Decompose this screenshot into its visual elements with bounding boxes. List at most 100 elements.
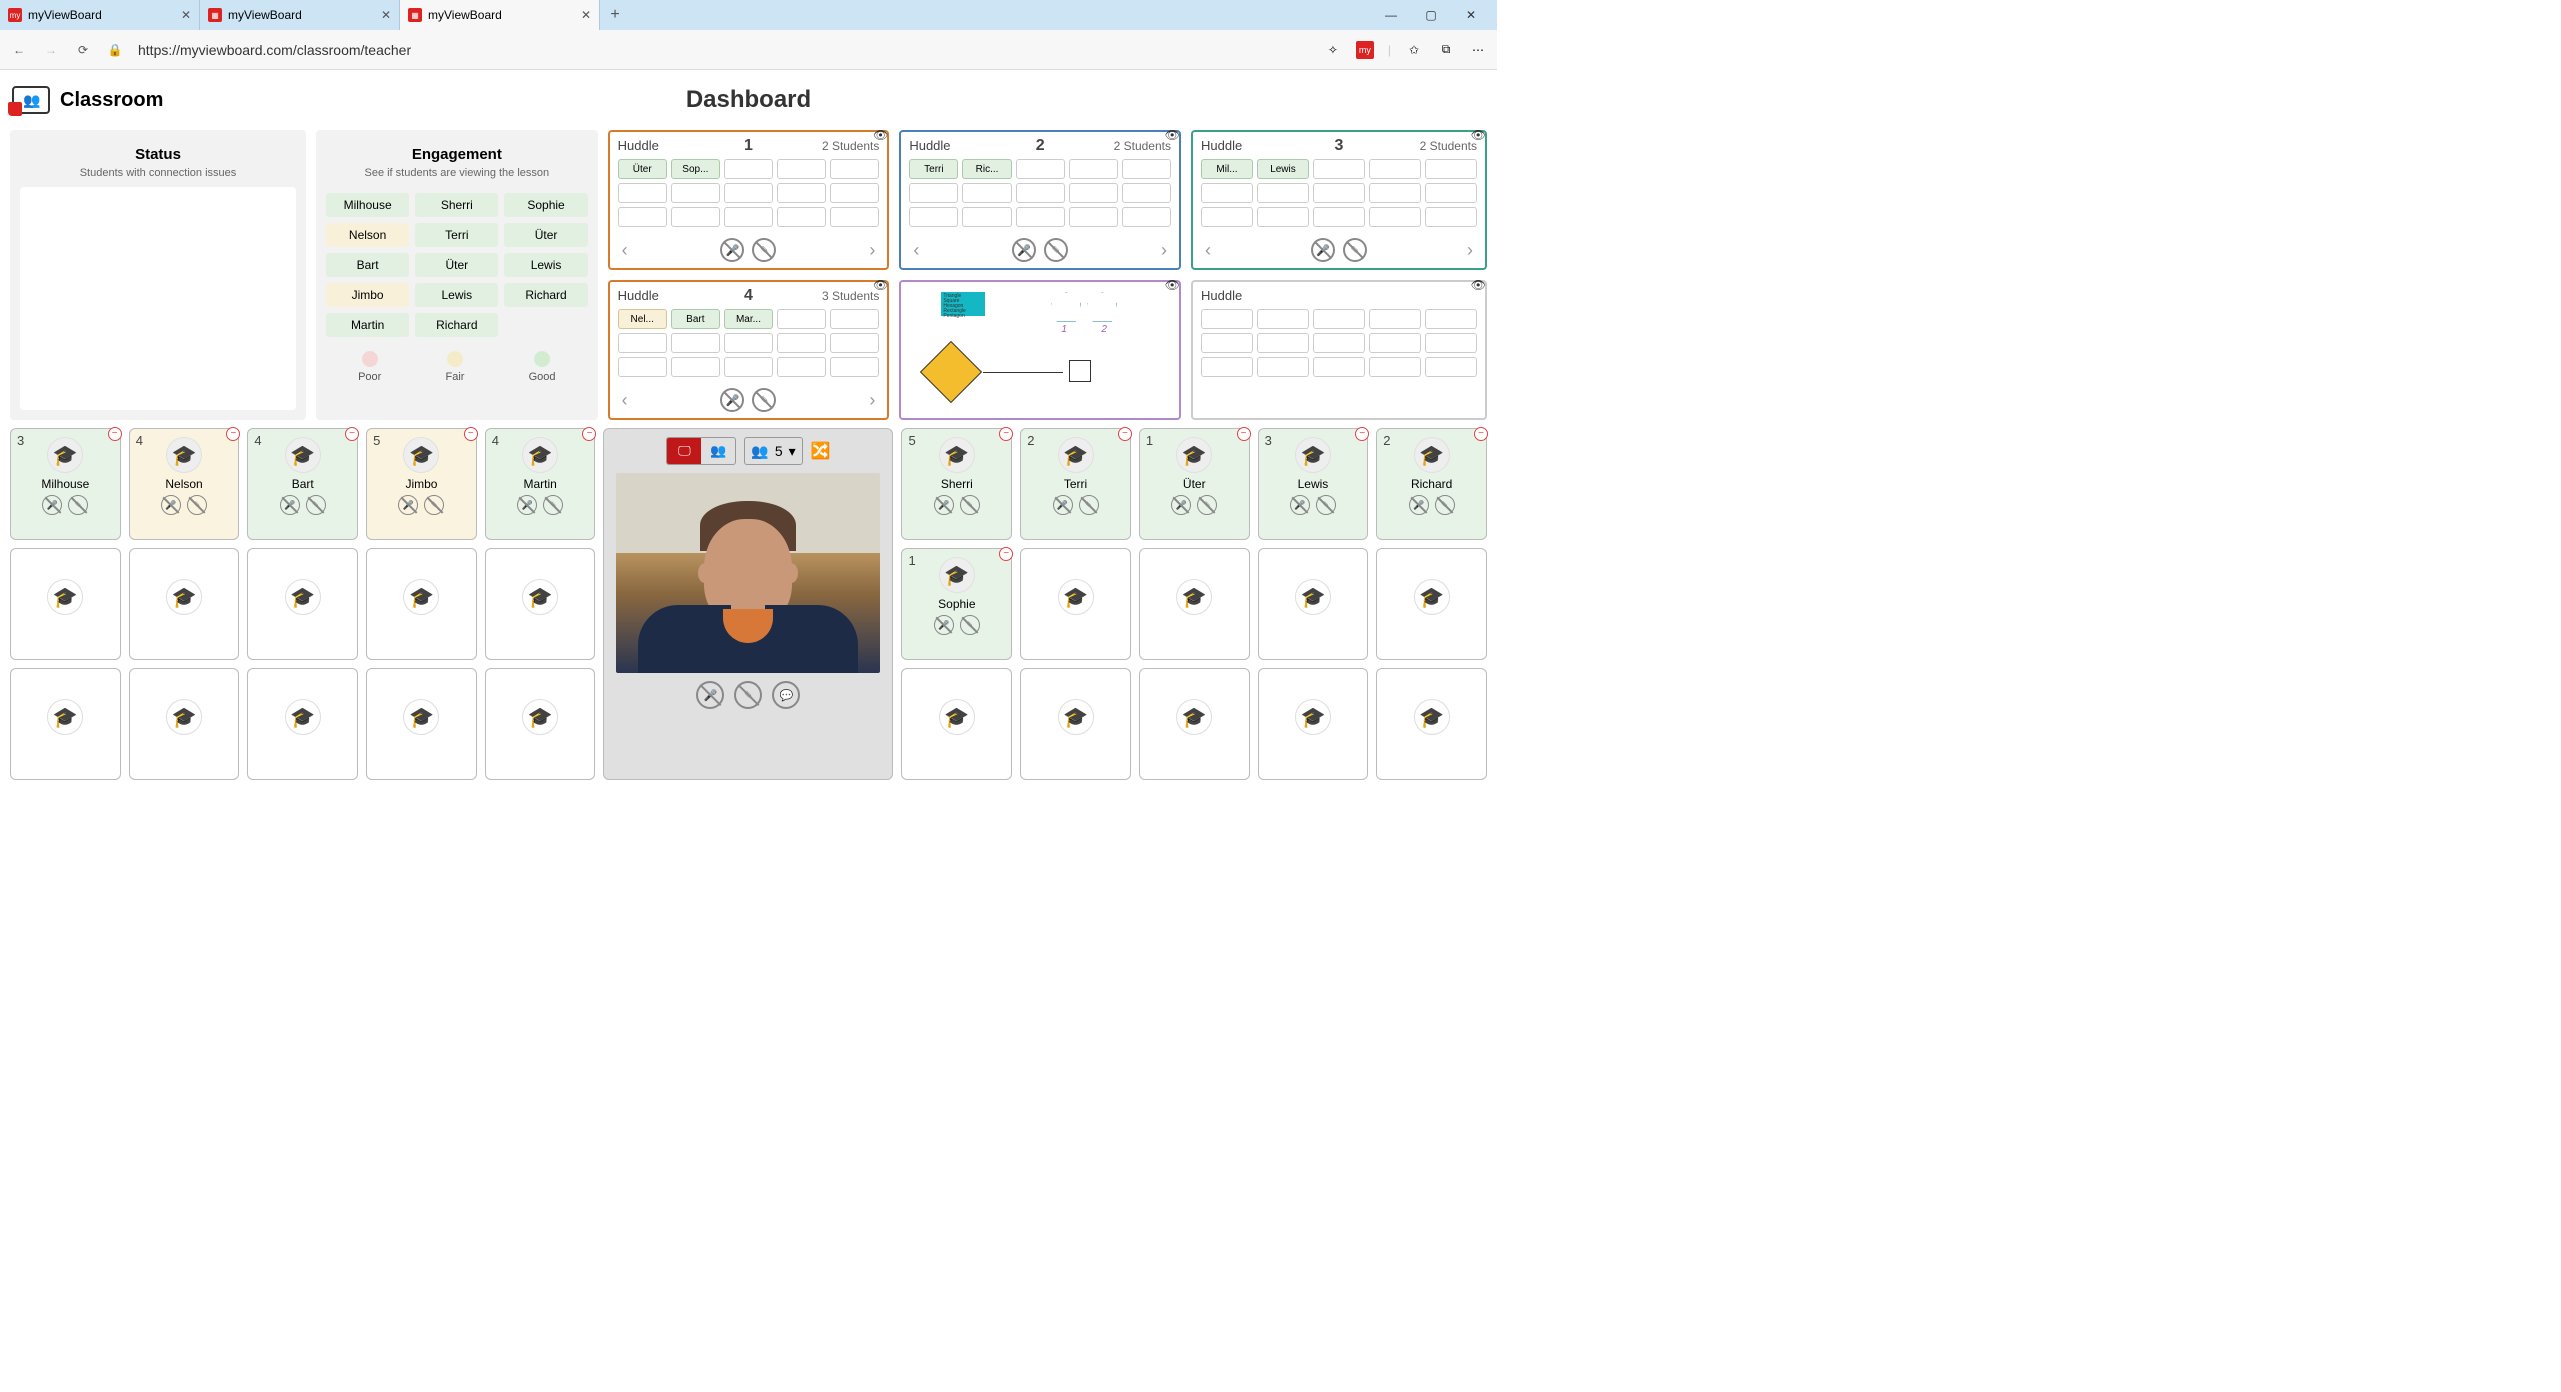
remove-student-button[interactable]: − (582, 427, 596, 441)
mute-mic-button[interactable]: 🎤 (1053, 495, 1073, 515)
mute-mic-button[interactable]: 🎤 (1171, 495, 1191, 515)
disable-pen-button[interactable]: ✎ (1197, 495, 1217, 515)
student-chip[interactable]: Nel... (618, 309, 667, 329)
teacher-video[interactable] (616, 473, 880, 673)
next-button[interactable]: › (865, 240, 879, 261)
mute-mic-button[interactable]: 🎤 (720, 388, 744, 412)
maximize-button[interactable]: ▢ (1413, 8, 1449, 22)
disable-pen-button[interactable]: ✎ (752, 238, 776, 262)
disable-pen-button[interactable]: ✎ (1044, 238, 1068, 262)
student-chip[interactable]: Terri (909, 159, 958, 179)
disable-pen-button[interactable]: ✎ (543, 495, 563, 515)
student-card[interactable]: 5 − 🎓 Jimbo 🎤 ✎ (366, 428, 477, 540)
engagement-chip[interactable]: Milhouse (326, 193, 409, 217)
mute-mic-button[interactable]: 🎤 (696, 681, 724, 709)
engagement-chip[interactable]: Jimbo (326, 283, 409, 307)
engagement-chip[interactable]: Üter (504, 223, 587, 247)
new-tab-button[interactable]: + (600, 6, 630, 24)
remove-student-button[interactable]: − (999, 427, 1013, 441)
student-card[interactable]: 4 − 🎓 Martin 🎤 ✎ (485, 428, 596, 540)
tracking-icon[interactable]: ✧ (1324, 41, 1342, 59)
student-chip[interactable]: Mil... (1201, 159, 1253, 179)
next-button[interactable]: › (1157, 240, 1171, 261)
student-card[interactable]: 3 − 🎓 Milhouse 🎤 ✎ (10, 428, 121, 540)
forward-button[interactable]: → (42, 41, 60, 59)
remove-student-button[interactable]: − (1355, 427, 1369, 441)
remove-student-button[interactable]: − (108, 427, 122, 441)
mute-mic-button[interactable]: 🎤 (1409, 495, 1429, 515)
disable-pen-button[interactable]: ✎ (960, 615, 980, 635)
student-card[interactable]: 2 − 🎓 Richard 🎤 ✎ (1376, 428, 1487, 540)
mute-mic-button[interactable]: 🎤 (280, 495, 300, 515)
browser-tab-2[interactable]: ▦ myViewBoard ✕ (200, 0, 400, 30)
address-bar[interactable]: https://myviewboard.com/classroom/teache… (138, 42, 1310, 58)
chat-button[interactable]: 💬 (772, 681, 800, 709)
browser-tab-3[interactable]: ▦ myViewBoard ✕ (400, 0, 600, 30)
disable-pen-button[interactable]: ✎ (1316, 495, 1336, 515)
student-card[interactable]: 3 − 🎓 Lewis 🎤 ✎ (1258, 428, 1369, 540)
remove-student-button[interactable]: − (999, 547, 1013, 561)
engagement-chip[interactable]: Sophie (504, 193, 587, 217)
more-icon[interactable]: ⋯ (1469, 41, 1487, 59)
view-mode-toggle[interactable]: 🖵 👥 (666, 437, 736, 465)
disable-pen-button[interactable]: ✎ (960, 495, 980, 515)
huddle-3[interactable]: 👁 Huddle 3 2 Students Mil... Lewis ‹ 🎤 ✎… (1191, 130, 1487, 270)
mute-mic-button[interactable]: 🎤 (398, 495, 418, 515)
student-card[interactable]: 5 − 🎓 Sherri 🎤 ✎ (901, 428, 1012, 540)
remove-student-button[interactable]: − (1237, 427, 1251, 441)
disable-pen-button[interactable]: ✎ (187, 495, 207, 515)
student-chip[interactable]: Ric... (962, 159, 1011, 179)
student-card[interactable]: 4 − 🎓 Nelson 🎤 ✎ (129, 428, 240, 540)
prev-button[interactable]: ‹ (618, 240, 632, 261)
mute-mic-button[interactable]: 🎤 (1311, 238, 1335, 262)
close-icon[interactable]: ✕ (581, 8, 591, 22)
engagement-chip[interactable]: Sherri (415, 193, 498, 217)
student-card[interactable]: 2 − 🎓 Terri 🎤 ✎ (1020, 428, 1131, 540)
close-icon[interactable]: ✕ (181, 8, 191, 22)
remove-student-button[interactable]: − (464, 427, 478, 441)
engagement-chip[interactable]: Üter (415, 253, 498, 277)
mute-mic-button[interactable]: 🎤 (1290, 495, 1310, 515)
disable-pen-button[interactable]: ✎ (68, 495, 88, 515)
prev-button[interactable]: ‹ (1201, 240, 1215, 261)
disable-pen-button[interactable]: ✎ (1343, 238, 1367, 262)
disable-pen-button[interactable]: ✎ (734, 681, 762, 709)
disable-pen-button[interactable]: ✎ (1435, 495, 1455, 515)
student-chip[interactable]: Bart (671, 309, 720, 329)
engagement-chip[interactable]: Lewis (415, 283, 498, 307)
huddle-2[interactable]: 👁 Huddle 2 2 Students Terri Ric... ‹ 🎤 ✎… (899, 130, 1181, 270)
mute-mic-button[interactable]: 🎤 (161, 495, 181, 515)
extension-icon[interactable]: my (1356, 41, 1374, 59)
prev-button[interactable]: ‹ (909, 240, 923, 261)
mute-mic-button[interactable]: 🎤 (1012, 238, 1036, 262)
student-card[interactable]: 1 − 🎓 Üter 🎤 ✎ (1139, 428, 1250, 540)
engagement-chip[interactable]: Lewis (504, 253, 587, 277)
next-button[interactable]: › (1463, 240, 1477, 261)
favorites-icon[interactable]: ✩ (1405, 41, 1423, 59)
shuffle-button[interactable]: 🔀 (811, 441, 831, 461)
disable-pen-button[interactable]: ✎ (306, 495, 326, 515)
student-chip[interactable]: Mar... (724, 309, 773, 329)
minimize-button[interactable]: — (1373, 8, 1409, 22)
site-info-icon[interactable]: 🔒 (106, 41, 124, 59)
student-chip[interactable]: Lewis (1257, 159, 1309, 179)
mute-mic-button[interactable]: 🎤 (934, 495, 954, 515)
huddle-empty[interactable]: 👁 Huddle (1191, 280, 1487, 420)
huddle-4[interactable]: 👁 Huddle 4 3 Students Nel... Bart Mar...… (608, 280, 890, 420)
remove-student-button[interactable]: − (345, 427, 359, 441)
student-card[interactable]: 1 − 🎓 Sophie 🎤 ✎ (901, 548, 1012, 660)
engagement-chip[interactable]: Richard (504, 283, 587, 307)
cast-icon[interactable]: 👁 (1471, 278, 1486, 292)
back-button[interactable]: ← (10, 41, 28, 59)
student-chip[interactable]: Üter (618, 159, 667, 179)
engagement-chip[interactable]: Bart (326, 253, 409, 277)
engagement-chip[interactable]: Richard (415, 313, 498, 337)
engagement-chip[interactable]: Nelson (326, 223, 409, 247)
student-chip[interactable]: Sop... (671, 159, 720, 179)
engagement-chip[interactable]: Terri (415, 223, 498, 247)
refresh-button[interactable]: ⟳ (74, 41, 92, 59)
student-card[interactable]: 4 − 🎓 Bart 🎤 ✎ (247, 428, 358, 540)
cast-icon[interactable]: 👁 (1165, 278, 1180, 292)
next-button[interactable]: › (865, 390, 879, 411)
huddle-canvas-preview[interactable]: 👁 Triangle Square Hexagon Rectangle Pent… (899, 280, 1181, 420)
